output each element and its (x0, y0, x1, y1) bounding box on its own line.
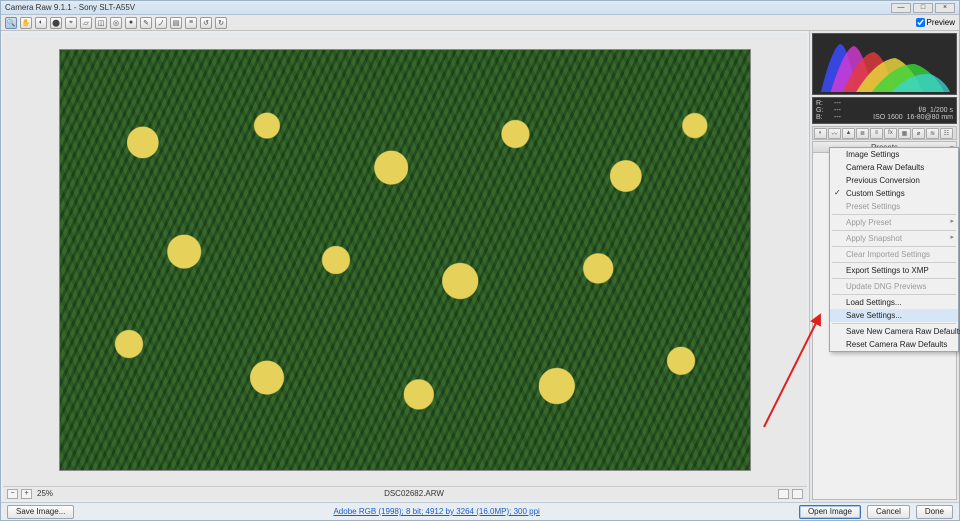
image-canvas-area[interactable] (3, 33, 807, 486)
spot-removal-tool-icon[interactable]: ◎ (110, 17, 122, 29)
exif-aperture: f/8 (918, 107, 926, 114)
menu-apply-preset: Apply Preset (830, 216, 958, 229)
redeye-tool-icon[interactable]: ● (125, 17, 137, 29)
exif-readout: R: --- G: --- f/8 1/200 s B: --- ISO 160… (812, 97, 957, 124)
menu-custom-settings[interactable]: Custom Settings (830, 187, 958, 200)
menu-save-new-defaults[interactable]: Save New Camera Raw Defaults (830, 325, 958, 338)
right-panel: R: --- G: --- f/8 1/200 s B: --- ISO 160… (809, 31, 959, 502)
exif-g-val: --- (834, 107, 873, 114)
exif-g-label: G: (816, 107, 834, 114)
done-button[interactable]: Done (916, 505, 953, 519)
exif-iso: ISO 1600 (873, 114, 903, 121)
presets-context-menu: Image Settings Camera Raw Defaults Previ… (829, 147, 959, 352)
menu-camera-raw-defaults[interactable]: Camera Raw Defaults (830, 161, 958, 174)
menu-update-dng: Update DNG Previews (830, 280, 958, 293)
menu-load-settings[interactable]: Load Settings... (830, 296, 958, 309)
bottom-bar: Save Image... Adobe RGB (1998); 8 bit; 4… (1, 502, 959, 520)
tab-split[interactable]: ≡ (870, 128, 883, 139)
tab-lens[interactable]: ▦ (898, 128, 911, 139)
menu-save-settings[interactable]: Save Settings... (830, 309, 958, 322)
tab-camera[interactable]: ⌀ (912, 128, 925, 139)
tab-snapshots[interactable]: ☷ (940, 128, 953, 139)
preferences-tool-icon[interactable]: ≡ (185, 17, 197, 29)
exif-b-label: B: (816, 114, 834, 121)
camera-raw-window: Camera Raw 9.1.1 - Sony SLT-A55V — □ × 🔍… (0, 0, 960, 521)
menu-clear-imported: Clear Imported Settings (830, 248, 958, 261)
menu-preset-settings: Preset Settings (830, 200, 958, 213)
menu-image-settings[interactable]: Image Settings (830, 148, 958, 161)
filmstrip-thumb-button[interactable] (778, 489, 789, 499)
minimize-button[interactable]: — (891, 3, 911, 13)
menu-reset-defaults[interactable]: Reset Camera Raw Defaults (830, 338, 958, 351)
titlebar: Camera Raw 9.1.1 - Sony SLT-A55V — □ × (1, 1, 959, 15)
exif-shutter: 1/200 s (930, 107, 953, 114)
histogram[interactable] (812, 33, 957, 95)
tab-detail[interactable]: ▲ (842, 128, 855, 139)
filename-label: DSC02682.ARW (53, 489, 775, 498)
adjustment-brush-tool-icon[interactable]: ✎ (140, 17, 152, 29)
workflow-options-link[interactable]: Adobe RGB (1998); 8 bit; 4912 by 3264 (1… (80, 507, 793, 516)
preview-image (60, 50, 750, 470)
save-image-button[interactable]: Save Image... (7, 505, 74, 519)
exif-r-val: --- (834, 100, 873, 107)
zoom-in-button[interactable]: + (21, 489, 32, 499)
radial-filter-tool-icon[interactable]: ▤ (170, 17, 182, 29)
rotate-left-icon[interactable]: ↺ (200, 17, 212, 29)
zoom-tool-icon[interactable]: 🔍 (5, 17, 17, 29)
exif-b-val: --- (834, 114, 873, 121)
tab-basic[interactable]: ◐ (814, 128, 827, 139)
close-button[interactable]: × (935, 3, 955, 13)
preview-checkbox[interactable]: Preview (916, 18, 955, 27)
zoom-out-button[interactable]: − (7, 489, 18, 499)
tab-hsl[interactable]: ≣ (856, 128, 869, 139)
menu-apply-snapshot: Apply Snapshot (830, 232, 958, 245)
tab-curve[interactable]: 〰 (828, 128, 841, 139)
open-image-button[interactable]: Open Image (799, 505, 861, 519)
zoom-level[interactable]: 25% (37, 489, 53, 498)
preview-label: Preview (927, 18, 955, 27)
white-balance-tool-icon[interactable]: ◐ (35, 17, 47, 29)
window-title: Camera Raw 9.1.1 - Sony SLT-A55V (5, 3, 135, 12)
maximize-button[interactable]: □ (913, 3, 933, 13)
menu-export-xmp[interactable]: Export Settings to XMP (830, 264, 958, 277)
crop-tool-icon[interactable]: ▱ (80, 17, 92, 29)
preview-checkbox-input[interactable] (916, 18, 925, 27)
color-sampler-tool-icon[interactable]: ⬤ (50, 17, 62, 29)
tab-presets[interactable]: ≋ (926, 128, 939, 139)
exif-r-label: R: (816, 100, 834, 107)
rotate-right-icon[interactable]: ↻ (215, 17, 227, 29)
menu-previous-conversion[interactable]: Previous Conversion (830, 174, 958, 187)
cancel-button[interactable]: Cancel (867, 505, 910, 519)
hand-tool-icon[interactable]: ✋ (20, 17, 32, 29)
adjustment-tabs: ◐ 〰 ▲ ≣ ≡ fx ▦ ⌀ ≋ ☷ (812, 126, 957, 140)
top-toolbar: 🔍 ✋ ◐ ⬤ ⌖ ▱ ◫ ◎ ● ✎ ノ ▤ ≡ ↺ ↻ Preview (1, 15, 959, 31)
targeted-adjust-tool-icon[interactable]: ⌖ (65, 17, 77, 29)
filmstrip-toggle-button[interactable] (792, 489, 803, 499)
straighten-tool-icon[interactable]: ◫ (95, 17, 107, 29)
tab-fx[interactable]: fx (884, 128, 897, 139)
graduated-filter-tool-icon[interactable]: ノ (155, 17, 167, 29)
exif-lens: 16-80@80 mm (907, 114, 953, 121)
filmstrip-bar: − + 25% DSC02682.ARW (3, 486, 807, 500)
